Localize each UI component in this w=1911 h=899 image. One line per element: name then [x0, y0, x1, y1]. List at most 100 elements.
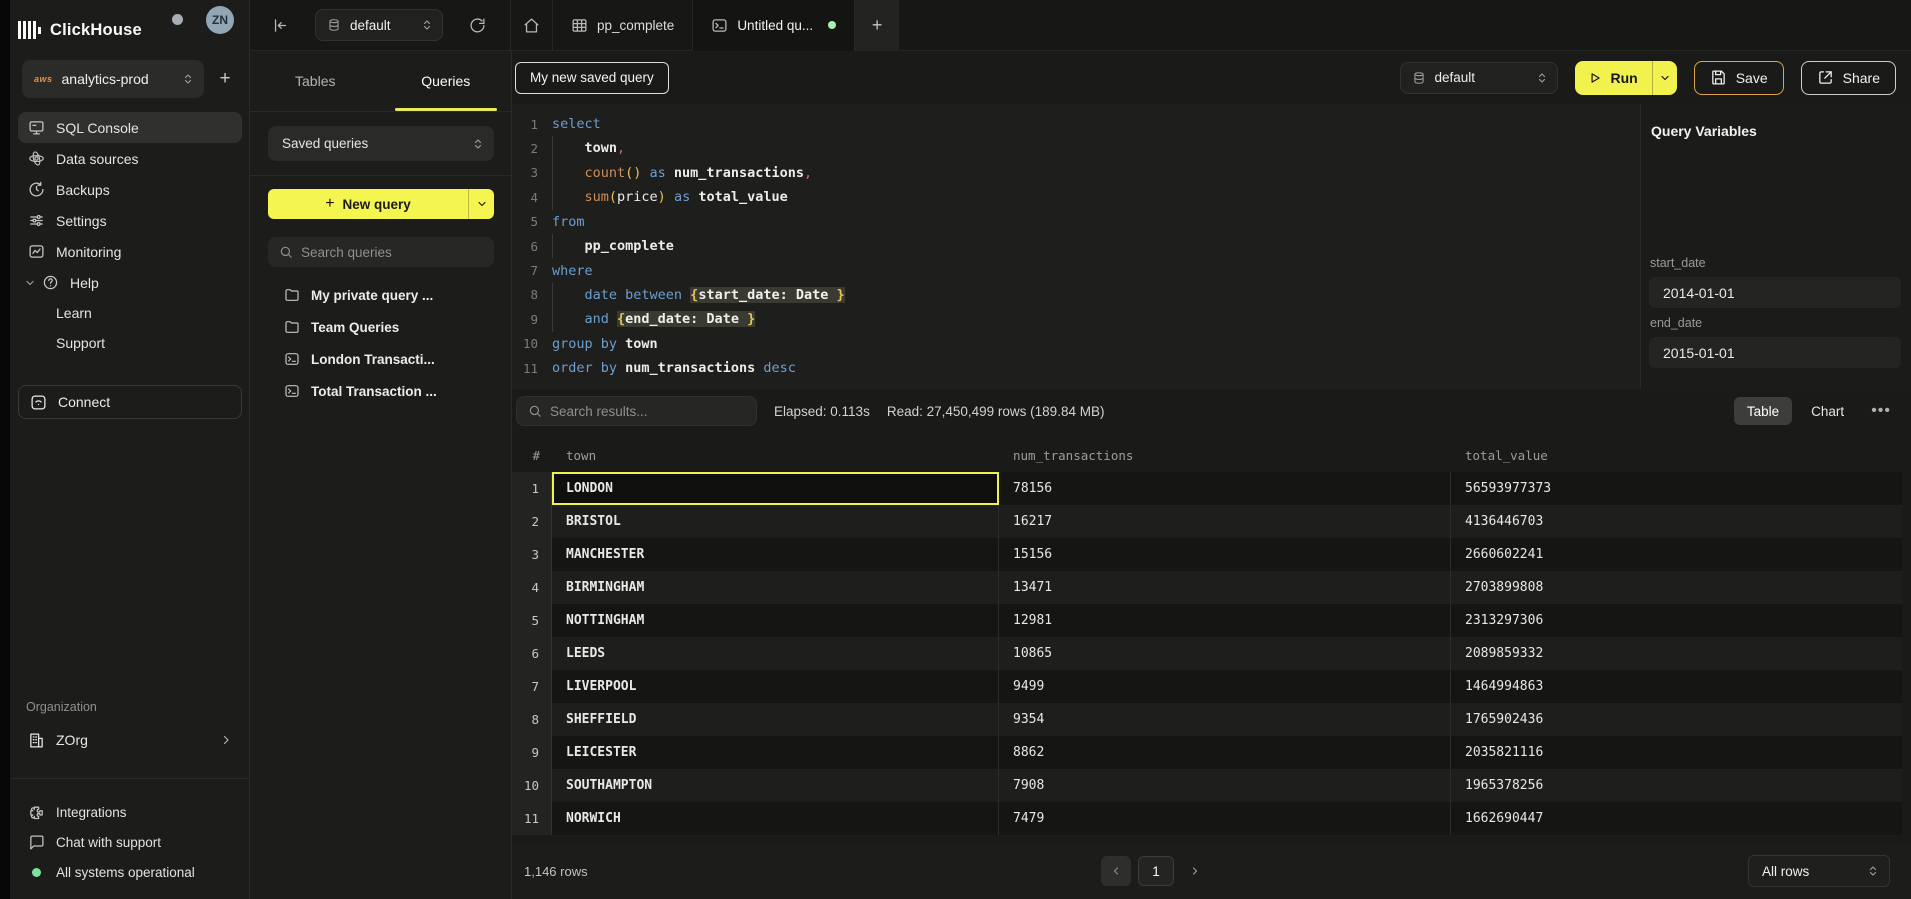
new-query-dropdown[interactable]: [468, 189, 494, 219]
current-page[interactable]: 1: [1138, 856, 1174, 886]
cell-town[interactable]: MANCHESTER: [552, 538, 999, 571]
add-service-button[interactable]: +: [212, 66, 238, 92]
table-row[interactable]: 7LIVERPOOL94991464994863: [512, 670, 1911, 703]
table-row[interactable]: 8SHEFFIELD93541765902436: [512, 703, 1911, 736]
cell-total-value[interactable]: 1765902436: [1451, 703, 1902, 736]
tab-tables[interactable]: Tables: [250, 51, 381, 111]
sidebar-item-data-sources[interactable]: Data sources: [18, 143, 242, 174]
cell-town[interactable]: LEEDS: [552, 637, 999, 670]
query-list-item[interactable]: Team Queries: [258, 311, 504, 343]
page-size-select[interactable]: All rows: [1748, 855, 1890, 887]
code-line[interactable]: 6pp_complete: [512, 234, 1640, 258]
tab-queries[interactable]: Queries: [381, 51, 512, 111]
end-date-input[interactable]: 2015-01-01: [1649, 337, 1901, 368]
query-list-item[interactable]: London Transacti...: [258, 343, 504, 375]
code-line[interactable]: 3count() as num_transactions,: [512, 161, 1640, 185]
table-row[interactable]: 9LEICESTER88622035821116: [512, 736, 1911, 769]
table-row[interactable]: 6LEEDS108652089859332: [512, 637, 1911, 670]
chat-with-support[interactable]: Chat with support: [18, 827, 242, 857]
column-header-num-transactions[interactable]: num_transactions: [999, 439, 1451, 472]
tab-pp-complete[interactable]: pp_complete: [553, 0, 692, 51]
sidebar-item-sql-console[interactable]: SQL Console: [18, 112, 242, 143]
table-row[interactable]: 3MANCHESTER151562660602241: [512, 538, 1911, 571]
cell-town[interactable]: BIRMINGHAM: [552, 571, 999, 604]
cell-total-value[interactable]: 2703899808: [1451, 571, 1902, 604]
sidebar-item-support[interactable]: Support: [18, 328, 242, 358]
cell-num-transactions[interactable]: 9499: [999, 670, 1451, 703]
cell-num-transactions[interactable]: 12981: [999, 604, 1451, 637]
cell-num-transactions[interactable]: 15156: [999, 538, 1451, 571]
cell-total-value[interactable]: 2313297306: [1451, 604, 1902, 637]
sidebar-item-help[interactable]: Help: [18, 267, 242, 298]
saved-query-chip[interactable]: My new saved query: [515, 62, 669, 94]
new-tab-button[interactable]: +: [855, 0, 899, 51]
table-row[interactable]: 5NOTTINGHAM129812313297306: [512, 604, 1911, 637]
run-database-select[interactable]: default: [1400, 62, 1558, 94]
search-queries-input[interactable]: Search queries: [268, 237, 494, 267]
sidebar-item-learn[interactable]: Learn: [18, 298, 242, 328]
code-line[interactable]: 4sum(price) as total_value: [512, 185, 1640, 209]
code-line[interactable]: 9and {end_date: Date }: [512, 307, 1640, 331]
save-button[interactable]: Save: [1694, 61, 1784, 95]
query-list-item[interactable]: Total Transaction ...: [258, 375, 504, 407]
column-header-total-value[interactable]: total_value: [1451, 439, 1902, 472]
home-icon[interactable]: [511, 17, 552, 34]
service-select[interactable]: aws analytics-prod: [22, 60, 204, 98]
table-row[interactable]: 10SOUTHAMPTON79081965378256: [512, 769, 1911, 802]
code-line[interactable]: 1select: [512, 112, 1640, 136]
code-line[interactable]: 5from: [512, 210, 1640, 234]
cell-num-transactions[interactable]: 78156: [999, 472, 1451, 505]
table-row[interactable]: 11NORWICH74791662690447: [512, 802, 1911, 835]
view-chart-button[interactable]: Chart: [1798, 397, 1857, 425]
share-button[interactable]: Share: [1801, 61, 1896, 95]
next-page-button[interactable]: [1181, 856, 1209, 886]
table-row[interactable]: 2BRISTOL162174136446703: [512, 505, 1911, 538]
column-header-town[interactable]: town: [552, 439, 999, 472]
table-row[interactable]: 1LONDON7815656593977373: [512, 472, 1911, 505]
search-results-input[interactable]: Search results...: [516, 396, 757, 426]
connect-button[interactable]: Connect: [18, 385, 242, 419]
code-line[interactable]: 7where: [512, 258, 1640, 282]
sidebar-item-settings[interactable]: Settings: [18, 205, 242, 236]
cell-num-transactions[interactable]: 13471: [999, 571, 1451, 604]
refresh-icon[interactable]: [457, 17, 498, 34]
run-button[interactable]: Run: [1575, 61, 1677, 95]
code-line[interactable]: 8date between {start_date: Date }: [512, 283, 1640, 307]
organization-switcher[interactable]: ZOrg: [18, 724, 242, 756]
cell-total-value[interactable]: 1464994863: [1451, 670, 1902, 703]
cell-total-value[interactable]: 2660602241: [1451, 538, 1902, 571]
cell-town[interactable]: SHEFFIELD: [552, 703, 999, 736]
column-header-rank[interactable]: #: [512, 439, 552, 472]
cell-num-transactions[interactable]: 16217: [999, 505, 1451, 538]
cell-num-transactions[interactable]: 7479: [999, 802, 1451, 835]
tab-untitled-query[interactable]: Untitled qu...: [693, 0, 854, 51]
sidebar-item-integrations[interactable]: Integrations: [18, 797, 242, 827]
cell-town[interactable]: BRISTOL: [552, 505, 999, 538]
start-date-input[interactable]: 2014-01-01: [1649, 277, 1901, 308]
cell-num-transactions[interactable]: 10865: [999, 637, 1451, 670]
code-line[interactable]: 11order by num_transactions desc: [512, 356, 1640, 380]
cell-total-value[interactable]: 1662690447: [1451, 802, 1902, 835]
sql-editor[interactable]: 1select2town,3count() as num_transaction…: [512, 104, 1640, 389]
database-select[interactable]: default: [315, 9, 443, 41]
collapse-sidebar-icon[interactable]: [260, 17, 301, 34]
cell-total-value[interactable]: 1965378256: [1451, 769, 1902, 802]
cell-total-value[interactable]: 4136446703: [1451, 505, 1902, 538]
cell-total-value[interactable]: 56593977373: [1451, 472, 1902, 505]
avatar[interactable]: ZN: [206, 6, 234, 34]
saved-queries-select[interactable]: Saved queries: [268, 126, 494, 161]
cell-town[interactable]: LONDON: [552, 472, 999, 505]
cell-town[interactable]: LIVERPOOL: [552, 670, 999, 703]
run-options-dropdown[interactable]: [1652, 61, 1677, 95]
sidebar-item-monitoring[interactable]: Monitoring: [18, 236, 242, 267]
cell-num-transactions[interactable]: 7908: [999, 769, 1451, 802]
cell-town[interactable]: NOTTINGHAM: [552, 604, 999, 637]
code-line[interactable]: 2town,: [512, 136, 1640, 160]
cell-num-transactions[interactable]: 9354: [999, 703, 1451, 736]
cell-total-value[interactable]: 2089859332: [1451, 637, 1902, 670]
view-table-button[interactable]: Table: [1734, 397, 1792, 425]
new-query-button[interactable]: +New query: [268, 189, 494, 219]
system-status[interactable]: All systems operational: [18, 857, 242, 887]
table-row[interactable]: 4BIRMINGHAM134712703899808: [512, 571, 1911, 604]
cell-town[interactable]: LEICESTER: [552, 736, 999, 769]
